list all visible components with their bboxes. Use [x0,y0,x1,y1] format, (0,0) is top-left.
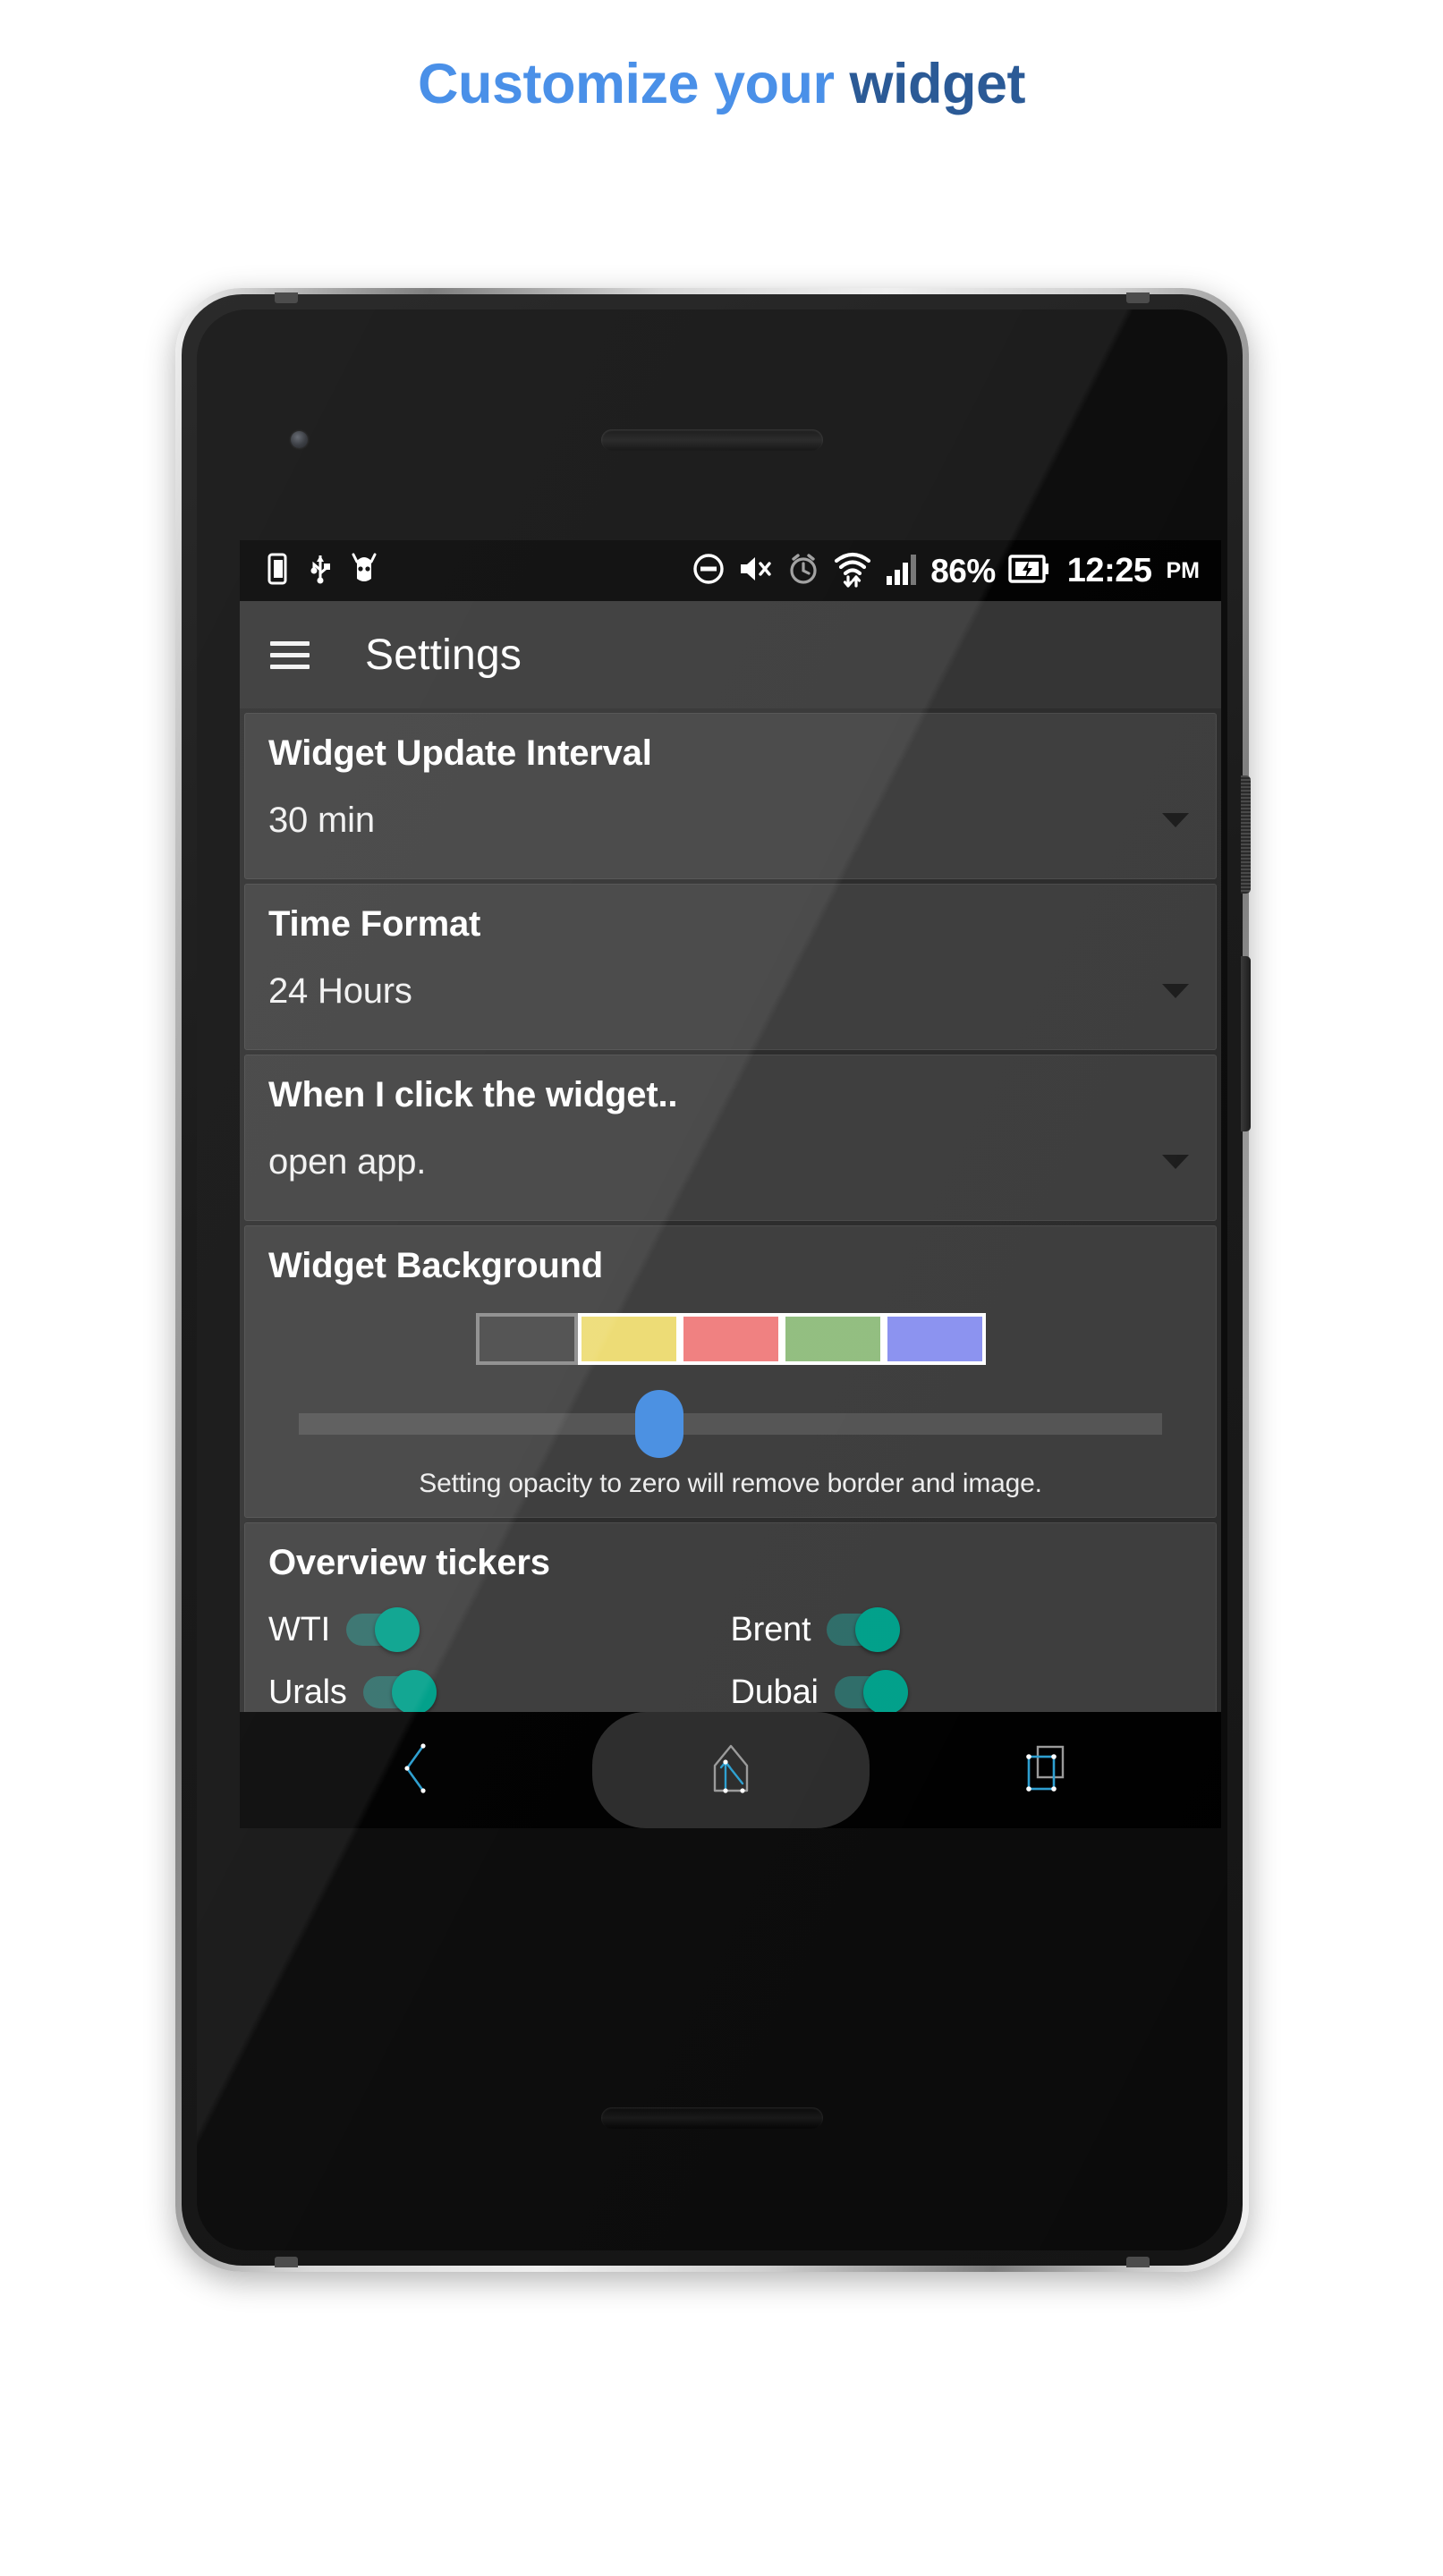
nav-home-button[interactable] [591,1712,870,1828]
ticker-label-urals: Urals [268,1673,347,1711]
android-nav-bar [240,1712,1221,1828]
status-bar: 86% 12:25 PM [240,540,1221,601]
color-swatch-default-dark[interactable] [475,1313,578,1365]
opacity-slider-thumb[interactable] [634,1390,683,1458]
widget-background-title: Widget Background [268,1246,604,1285]
do-not-disturb-icon [692,552,726,590]
time-format-spinner[interactable]: 24 Hours [268,971,1193,1031]
antenna-nub-bottom-left [275,2257,298,2267]
bottom-speaker-grille [601,2107,823,2129]
color-swatch-blue[interactable] [883,1313,986,1365]
setting-card-update-interval[interactable]: Widget Update Interval 30 min [244,713,1217,879]
chevron-down-icon [1162,1155,1189,1169]
ticker-switch-brent[interactable] [827,1607,901,1652]
alarm-icon [786,552,820,590]
page-title-part-a: Customize your [417,53,835,115]
home-icon [702,1739,760,1802]
ticker-switch-dubai[interactable] [834,1670,908,1715]
click-action-title: When I click the widget.. [268,1075,678,1114]
antenna-nub-bottom-right [1126,2257,1150,2267]
volume-mute-icon [737,552,775,590]
ticker-switch-urals[interactable] [362,1670,437,1715]
switch-knob [391,1670,437,1715]
time-format-title: Time Format [268,904,481,944]
switch-knob [855,1607,901,1652]
recents-icon [1016,1739,1074,1802]
ticker-cell: Dubai [731,1670,908,1715]
back-icon [390,1739,442,1802]
earpiece-speaker [601,429,823,451]
update-interval-title: Widget Update Interval [268,733,652,773]
overview-tickers-title: Overview tickers [268,1543,550,1582]
ticker-cell: Brent [731,1607,901,1652]
hamburger-menu-icon[interactable] [270,634,310,676]
chevron-down-icon [1162,813,1189,827]
app-bar: Settings [240,601,1221,708]
ticker-row: WTI Brent [268,1599,1193,1660]
setting-card-click-action[interactable]: When I click the widget.. open app. [244,1055,1217,1221]
chevron-down-icon [1162,984,1189,998]
page-title-part-b: widget [834,53,1026,115]
clock-time: 12:25 [1066,552,1152,589]
ticker-label-brent: Brent [730,1610,811,1648]
battery-charging-icon [1007,552,1050,590]
nav-recents-button[interactable] [870,1712,1222,1828]
page-title: Customize your widget [0,52,1443,116]
color-swatch-green[interactable] [781,1313,884,1365]
antenna-nub-top-left [275,292,298,303]
wifi-icon [832,549,873,593]
front-camera [291,431,308,448]
usb-icon [310,552,331,590]
switch-knob [375,1607,420,1652]
ticker-cell: Urals [268,1670,731,1715]
ticker-label-dubai: Dubai [730,1673,819,1711]
switch-knob [862,1670,908,1715]
opacity-slider[interactable] [268,1390,1193,1458]
phone-glass-front: 86% 12:25 PM Settings Widget Update Inte… [197,309,1227,2250]
color-swatch-red[interactable] [679,1313,782,1365]
click-action-value: open app. [268,1142,427,1182]
phone-body: 86% 12:25 PM Settings Widget Update Inte… [182,292,1251,2267]
time-format-value: 24 Hours [268,971,412,1011]
power-button[interactable] [1241,775,1251,894]
settings-list: Widget Update Interval 30 min Time Forma… [240,708,1221,1828]
setting-card-widget-background: Widget Background Setting opacity to zer… [244,1225,1217,1518]
ticker-cell: WTI [268,1607,731,1652]
phone-screen: 86% 12:25 PM Settings Widget Update Inte… [240,540,1221,1828]
app-bar-title: Settings [365,631,522,679]
phone-device-mockup: 86% 12:25 PM Settings Widget Update Inte… [175,288,1251,2272]
volume-rocker[interactable] [1241,956,1251,1131]
click-action-spinner[interactable]: open app. [268,1142,1193,1202]
vibrate-icon [267,552,290,590]
setting-card-time-format[interactable]: Time Format 24 Hours [244,884,1217,1050]
clock-period: PM [1166,557,1201,583]
nav-back-button[interactable] [240,1712,592,1828]
cyanogenmod-icon [351,552,378,590]
ticker-switch-wti[interactable] [346,1607,420,1652]
opacity-slider-track[interactable] [299,1413,1162,1435]
antenna-nub-top-right [1126,292,1150,303]
signal-bars-icon [885,551,919,591]
color-swatch-yellow[interactable] [577,1313,680,1365]
color-swatch-row [268,1313,1193,1365]
opacity-hint-text: Setting opacity to zero will remove bord… [419,1469,1042,1498]
update-interval-value: 30 min [268,801,375,840]
battery-percent: 86% [930,552,996,589]
ticker-label-wti: WTI [268,1610,331,1648]
update-interval-spinner[interactable]: 30 min [268,801,1193,860]
